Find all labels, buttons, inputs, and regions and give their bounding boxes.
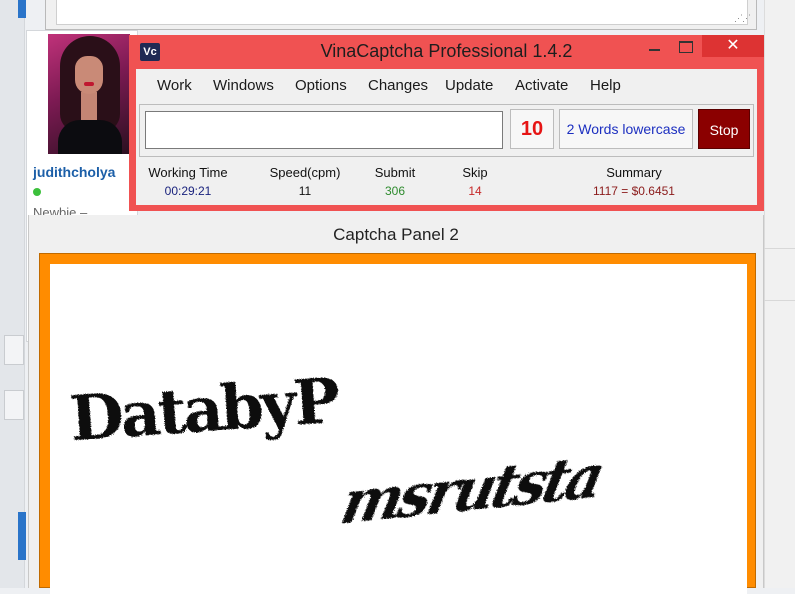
stat-skip: Skip 14: [450, 165, 500, 198]
menu-work[interactable]: Work: [157, 77, 192, 94]
stat-value: 11: [298, 184, 312, 198]
captcha-frame: DatabyP msrutsta: [39, 253, 756, 594]
stat-submit: Submit 306: [364, 165, 426, 198]
captcha-image-svg: DatabyP msrutsta: [67, 364, 608, 539]
left-widget-box: [4, 335, 24, 365]
countdown-timer: 10: [510, 109, 554, 149]
stat-value: 00:29:21: [164, 184, 212, 198]
left-tab-highlight[interactable]: [18, 512, 26, 560]
captcha-word: DatabyP: [67, 364, 342, 456]
stat-working-time: Working Time 00:29:21: [142, 165, 234, 198]
minimize-button[interactable]: [641, 35, 667, 57]
browser-left-strip: [0, 0, 25, 588]
stat-value: 14: [468, 184, 482, 198]
left-tab-highlight[interactable]: [18, 0, 26, 18]
online-status-icon: [33, 188, 41, 196]
stat-speed: Speed(cpm) 11: [261, 165, 349, 198]
stat-value: 1117 = $0.6451: [593, 184, 675, 198]
captcha-panel: Captcha Panel 2 DatabyP msrutsta: [28, 215, 764, 594]
panel-title: Captcha Panel 2: [333, 225, 459, 244]
menu-update[interactable]: Update: [445, 77, 493, 94]
divider: [764, 248, 795, 249]
menu-windows[interactable]: Windows: [213, 77, 274, 94]
menu-help[interactable]: Help: [590, 77, 621, 94]
menu-activate[interactable]: Activate: [515, 77, 568, 94]
username-link[interactable]: judithcholya: [33, 164, 115, 180]
maximize-button[interactable]: [673, 35, 699, 57]
captcha-toolbar: 10 2 Words lowercase Stop: [139, 104, 754, 157]
page-scrollbar[interactable]: [764, 0, 795, 588]
captcha-word: msrutsta: [335, 441, 608, 538]
stat-label: Submit: [374, 165, 416, 180]
menu-changes[interactable]: Changes: [368, 77, 428, 94]
resize-grip-icon[interactable]: ⋰⋰: [734, 13, 751, 24]
menu-bar: Work Windows Options Changes Update Acti…: [136, 69, 757, 101]
stat-label: Summary: [606, 165, 662, 180]
stat-label: Working Time: [148, 165, 228, 180]
captcha-mode-label: 2 Words lowercase: [559, 109, 693, 149]
stat-label: Skip: [462, 165, 488, 180]
menu-options[interactable]: Options: [295, 77, 347, 94]
left-widget-box: [4, 390, 24, 420]
vinacaptcha-window: Vc VinaCaptcha Professional 1.4.2 ✕ Work…: [129, 35, 764, 211]
title-bar[interactable]: Vc VinaCaptcha Professional 1.4.2 ✕: [129, 35, 764, 67]
window-title: VinaCaptcha Professional 1.4.2: [320, 41, 573, 61]
app-client-area: Work Windows Options Changes Update Acti…: [136, 69, 757, 205]
stop-button[interactable]: Stop: [698, 109, 750, 149]
stat-label: Speed(cpm): [269, 165, 341, 180]
captcha-image: DatabyP msrutsta: [50, 264, 747, 594]
stat-value: 306: [384, 184, 406, 198]
maximize-icon: [679, 41, 693, 54]
stat-summary: Summary 1117 = $0.6451: [574, 165, 694, 198]
divider: [764, 300, 795, 301]
user-avatar[interactable]: [48, 34, 130, 154]
background-window: ⋰⋰: [45, 0, 757, 30]
minimize-icon: [648, 49, 660, 52]
captcha-answer-input[interactable]: [145, 111, 503, 149]
background-window-content: [56, 0, 748, 25]
close-button[interactable]: ✕: [702, 35, 764, 57]
